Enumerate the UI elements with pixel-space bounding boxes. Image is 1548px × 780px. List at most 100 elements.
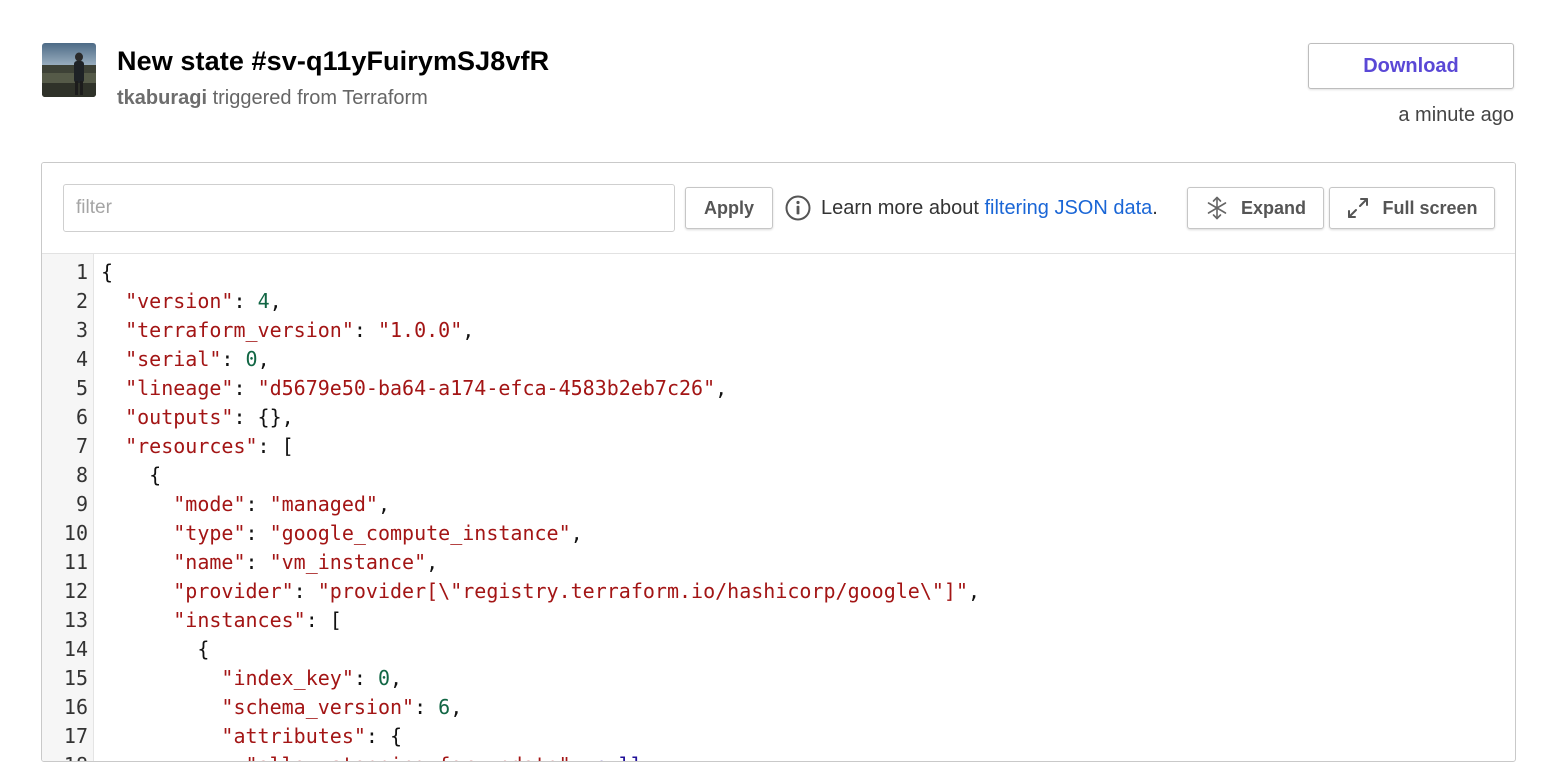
line-number: 11 — [63, 550, 88, 574]
code-token: , — [967, 579, 981, 603]
code-token: : — [293, 579, 318, 603]
code-token: , — [426, 550, 439, 574]
code-line: 18 "allow_stopping_for_update": null, — [42, 751, 1515, 761]
code-token: : — [221, 347, 246, 371]
line-number: 14 — [63, 637, 88, 661]
code-token: , — [450, 695, 463, 719]
code-text: "name": "vm_instance", — [101, 548, 438, 577]
code-line: 1{ — [42, 258, 1515, 287]
code-token: , — [257, 347, 270, 371]
apply-button[interactable]: Apply — [685, 187, 773, 229]
code-token: : — [233, 376, 258, 400]
line-number: 6 — [75, 405, 88, 429]
filtering-json-link[interactable]: filtering JSON data — [984, 197, 1152, 219]
line-number: 13 — [63, 608, 88, 632]
code-token: "terraform_version" — [125, 318, 354, 342]
code-text: { — [101, 258, 113, 287]
line-number: 3 — [75, 318, 88, 342]
code-line: 17 "attributes": { — [42, 722, 1515, 751]
avatar[interactable] — [42, 43, 96, 97]
code-text: "index_key": 0, — [101, 664, 402, 693]
code-line: 8 { — [42, 461, 1515, 490]
code-line: 4 "serial": 0, — [42, 345, 1515, 374]
json-toolbar: Apply Learn more about filtering JSON da… — [42, 163, 1515, 254]
line-number: 16 — [63, 695, 88, 719]
code-text: "version": 4, — [101, 287, 282, 316]
filter-help-suffix: . — [1152, 196, 1158, 219]
code-token: "instances" — [173, 608, 306, 632]
trigger-user[interactable]: tkaburagi — [117, 87, 207, 109]
code-token: "d5679e50-ba64-a174-efca-4583b2eb7c26" — [257, 376, 716, 400]
expand-label: Expand — [1240, 197, 1306, 218]
code-line: 15 "index_key": 0, — [42, 664, 1515, 693]
code-token: "name" — [173, 550, 246, 574]
code-token: "vm_instance" — [269, 550, 427, 574]
line-number: 2 — [75, 289, 88, 313]
info-icon — [785, 195, 811, 221]
code-line: 3 "terraform_version": "1.0.0", — [42, 316, 1515, 345]
code-token: { — [101, 637, 210, 661]
line-number: 12 — [63, 579, 88, 603]
code-text: "terraform_version": "1.0.0", — [101, 316, 474, 345]
code-lines: 1{2 "version": 4, 3 "terraform_version": … — [42, 258, 1515, 761]
code-text: "instances": [ — [101, 606, 342, 635]
filter-input[interactable] — [63, 184, 675, 232]
code-text: { — [101, 635, 209, 664]
expand-arrows-icon — [1207, 196, 1227, 220]
code-token: : — [353, 318, 378, 342]
code-token: "1.0.0" — [377, 318, 463, 342]
line-number: 4 — [75, 347, 88, 371]
code-token: "resources" — [125, 434, 258, 458]
code-line: 2 "version": 4, — [42, 287, 1515, 316]
code-line: 10 "type": "google_compute_instance", — [42, 519, 1515, 548]
line-number: 17 — [63, 724, 88, 748]
code-token: , — [390, 666, 403, 690]
fullscreen-icon — [1348, 198, 1369, 218]
code-token: 4 — [257, 289, 270, 313]
fullscreen-label: Full screen — [1382, 197, 1478, 218]
code-token: 0 — [377, 666, 391, 690]
code-text: "type": "google_compute_instance", — [101, 519, 582, 548]
expand-button[interactable]: Expand — [1187, 187, 1324, 229]
code-token: , — [462, 318, 475, 342]
filter-help-text: Learn more about filtering JSON data. — [821, 197, 1158, 220]
code-text: "allow_stopping_for_update": null, — [101, 751, 655, 761]
code-line: 12 "provider": "provider[\"registry.terr… — [42, 577, 1515, 606]
timestamp: a minute ago — [1398, 104, 1514, 126]
code-token: "allow_stopping_for_update" — [246, 753, 571, 761]
code-text: "attributes": { — [101, 722, 402, 751]
code-text: "provider": "provider[\"registry.terrafo… — [101, 577, 980, 606]
code-token: "outputs" — [125, 405, 234, 429]
state-json-viewer: Apply Learn more about filtering JSON da… — [41, 162, 1516, 762]
code-line: 6 "outputs": {}, — [42, 403, 1515, 432]
code-token: null — [595, 753, 643, 761]
code-token: , — [643, 753, 655, 761]
code-line: 13 "instances": [ — [42, 606, 1515, 635]
code-token: "lineage" — [125, 376, 234, 400]
code-token: : { — [365, 724, 403, 748]
code-token: "schema_version" — [221, 695, 415, 719]
line-number: 1 — [75, 260, 88, 284]
trigger-info: tkaburagi triggered from Terraform — [117, 87, 428, 110]
fullscreen-button[interactable]: Full screen — [1329, 187, 1495, 229]
code-token: , — [715, 376, 728, 400]
avatar-photo — [42, 43, 96, 97]
code-token: { — [101, 463, 162, 487]
code-editor[interactable]: 1{2 "version": 4, 3 "terraform_version": … — [42, 254, 1515, 761]
code-token: , — [269, 289, 282, 313]
code-text: { — [101, 461, 161, 490]
download-button[interactable]: Download — [1308, 43, 1514, 89]
line-number: 8 — [75, 463, 88, 487]
code-token: { — [101, 260, 114, 284]
